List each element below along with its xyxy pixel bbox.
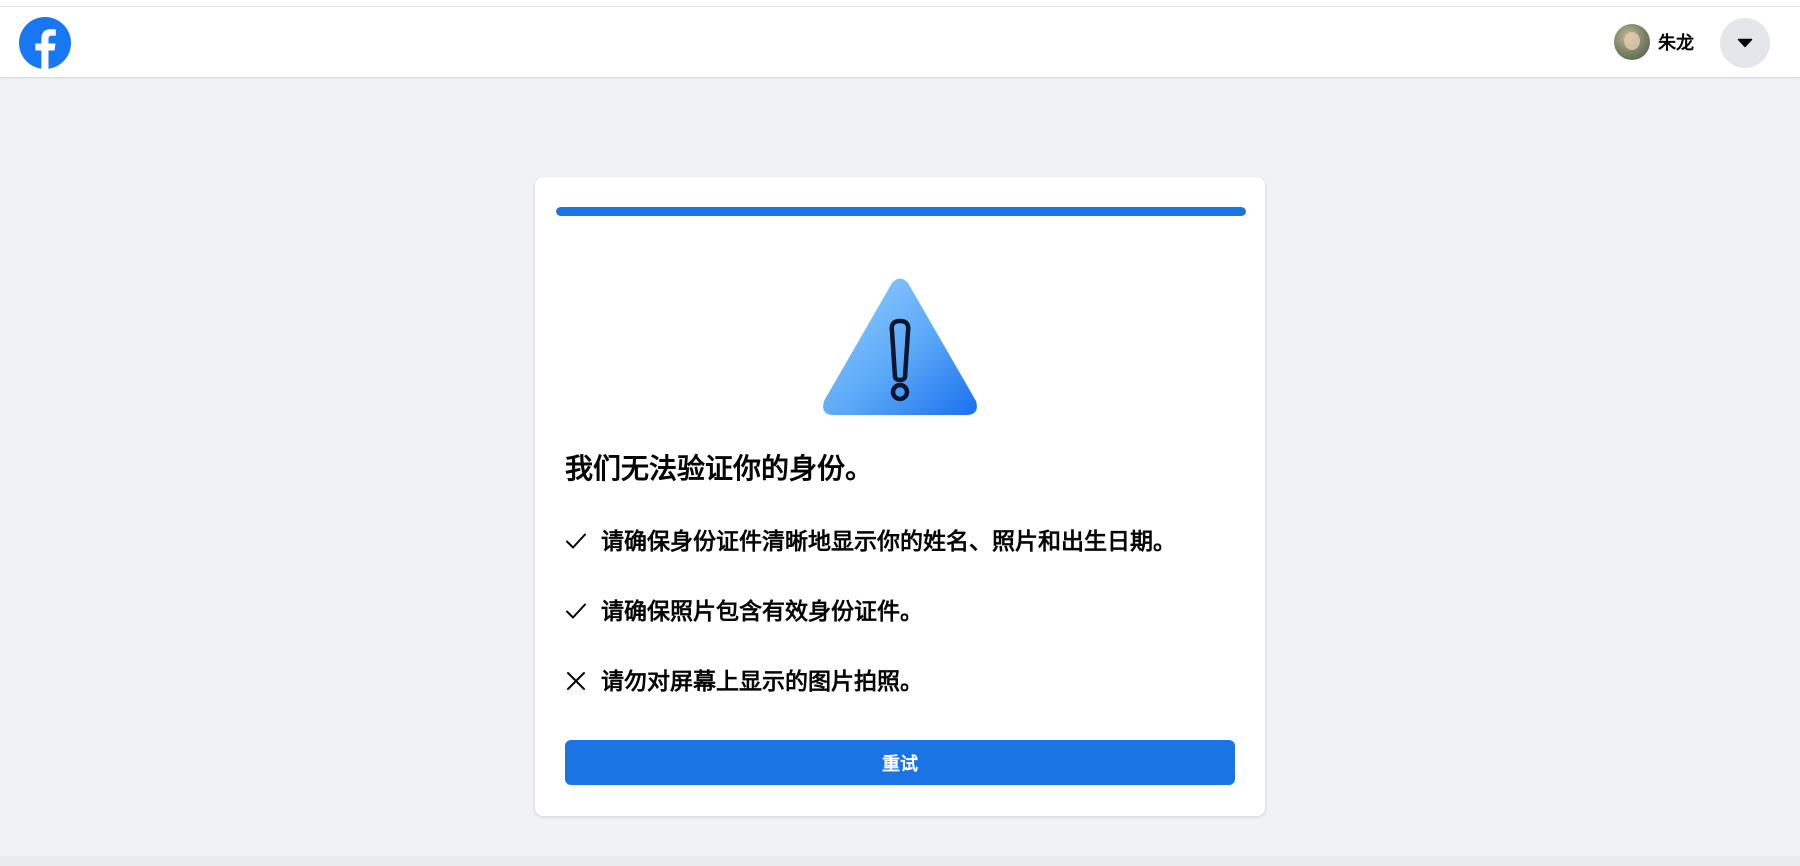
avatar — [1614, 24, 1650, 60]
list-item: 请勿对屏幕上显示的图片拍照。 — [565, 667, 1245, 737]
verification-card: 我们无法验证你的身份。 请确保身份证件清晰地显示你的姓名、照片和出生日期。 请确… — [535, 177, 1265, 816]
list-item: 请确保照片包含有效身份证件。 — [565, 597, 1245, 667]
x-icon — [567, 672, 585, 690]
tip-text: 请确保照片包含有效身份证件。 — [601, 599, 923, 625]
page-title: 我们无法验证你的身份。 — [565, 452, 874, 485]
list-item: 请确保身份证件清晰地显示你的姓名、照片和出生日期。 — [565, 527, 1245, 597]
top-navbar: 朱龙 — [0, 7, 1800, 77]
caret-down-icon — [1737, 38, 1753, 48]
tip-text: 请勿对屏幕上显示的图片拍照。 — [601, 669, 923, 695]
account-menu-button[interactable] — [1720, 18, 1770, 68]
facebook-logo-icon[interactable] — [19, 17, 71, 70]
progress-bar — [556, 207, 1246, 216]
profile-name: 朱龙 — [1658, 33, 1694, 54]
tips-list: 请确保身份证件清晰地显示你的姓名、照片和出生日期。 请确保照片包含有效身份证件。… — [565, 527, 1245, 737]
bottom-edge — [0, 856, 1800, 866]
tip-text: 请确保身份证件清晰地显示你的姓名、照片和出生日期。 — [601, 529, 1176, 555]
retry-button[interactable]: 重试 — [565, 740, 1235, 785]
check-icon — [566, 603, 586, 619]
warning-triangle-icon — [820, 277, 980, 417]
profile-button[interactable]: 朱龙 — [1614, 24, 1694, 60]
progress-fill — [556, 207, 1246, 216]
top-edge — [0, 0, 1800, 7]
check-icon — [566, 533, 586, 549]
